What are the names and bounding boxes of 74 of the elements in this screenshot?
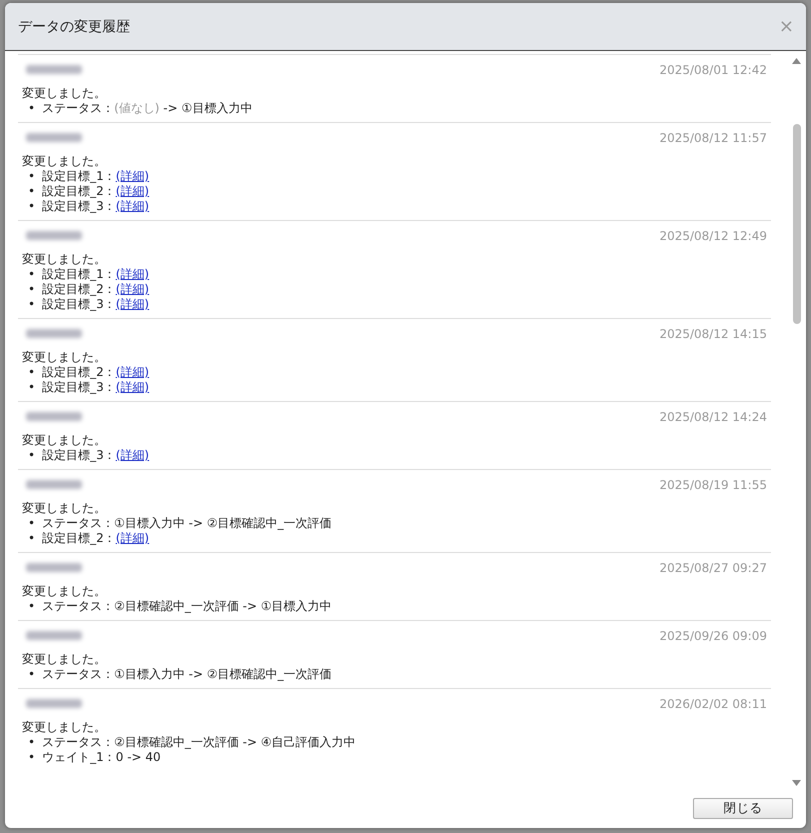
- detail-link[interactable]: (詳細): [116, 199, 150, 213]
- entry-message: 変更しました。: [22, 85, 107, 101]
- dialog-title: データの変更履歴: [18, 18, 130, 36]
- detail-link[interactable]: (詳細): [116, 365, 150, 379]
- entry-message: 変更しました。: [22, 583, 107, 599]
- entry-message: 変更しました。: [22, 432, 107, 448]
- redacted-name: [26, 133, 82, 142]
- change-label: 設定目標_1：: [42, 169, 116, 183]
- list-bullet: •: [28, 199, 36, 214]
- change-text: ステータス：②目標確認中_一次評価 -> ④自己評価入力中: [42, 735, 356, 750]
- change-label: 設定目標_3：: [42, 380, 116, 394]
- list-bullet: •: [28, 667, 36, 682]
- scroll-down-icon[interactable]: [792, 780, 801, 786]
- list-bullet: •: [28, 169, 36, 184]
- entry-message: 変更しました。: [22, 153, 107, 169]
- entry-message: 変更しました。: [22, 251, 107, 267]
- entry-message: 変更しました。: [22, 651, 107, 667]
- detail-link[interactable]: (詳細): [116, 531, 150, 545]
- list-bullet: •: [28, 735, 36, 750]
- redacted-name: [26, 480, 82, 489]
- redacted-name: [26, 231, 82, 240]
- list-bullet: •: [28, 531, 36, 546]
- entry-message: 変更しました。: [22, 719, 107, 735]
- detail-link[interactable]: (詳細): [116, 297, 150, 311]
- list-bullet: •: [28, 750, 36, 765]
- list-bullet: •: [28, 448, 36, 463]
- scroll-up-icon[interactable]: [792, 58, 801, 64]
- entry-date: 2025/08/12 14:24: [659, 410, 767, 424]
- detail-link[interactable]: (詳細): [116, 448, 150, 462]
- entry-message: 変更しました。: [22, 500, 107, 516]
- entry-date: 2025/08/19 11:55: [659, 478, 767, 492]
- change-label: 設定目標_3：: [42, 297, 116, 311]
- change-label: 設定目標_2：: [42, 531, 116, 545]
- change-text: ウェイト_1：0 -> 40: [42, 750, 161, 765]
- list-bullet: •: [28, 380, 36, 395]
- list-bullet: •: [28, 184, 36, 199]
- detail-link[interactable]: (詳細): [116, 169, 150, 183]
- detail-link[interactable]: (詳細): [116, 184, 150, 198]
- list-bullet: •: [28, 267, 36, 282]
- detail-link[interactable]: (詳細): [116, 267, 150, 281]
- change-text: ステータス：①目標入力中 -> ②目標確認中_一次評価: [42, 667, 332, 682]
- list-bullet: •: [28, 282, 36, 297]
- change-label: 設定目標_1：: [42, 267, 116, 281]
- change-text: ステータス：②目標確認中_一次評価 -> ①目標入力中: [42, 599, 332, 614]
- list-bullet: •: [28, 365, 36, 380]
- change-text: ステータス：①目標入力中 -> ②目標確認中_一次評価: [42, 516, 332, 531]
- change-label: 設定目標_3：: [42, 199, 116, 213]
- change-label: 設定目標_2：: [42, 184, 116, 198]
- redacted-name: [26, 412, 82, 421]
- change-label: 設定目標_2：: [42, 365, 116, 379]
- entry-date: 2026/02/02 08:11: [659, 696, 767, 710]
- list-bullet: •: [28, 297, 36, 312]
- detail-link[interactable]: (詳細): [116, 282, 150, 296]
- entry-date: 2025/08/12 14:15: [659, 326, 767, 340]
- entry-date: 2025/09/26 09:09: [659, 628, 767, 642]
- list-bullet: •: [28, 516, 36, 531]
- change-label: 設定目標_3：: [42, 448, 116, 462]
- close-dialog-button[interactable]: 閉じる: [693, 798, 793, 818]
- entry-message: 変更しました。: [22, 349, 107, 365]
- detail-link[interactable]: (詳細): [116, 380, 150, 394]
- entry-date: 2025/08/01 12:42: [659, 62, 767, 76]
- scrollbar-thumb[interactable]: [792, 124, 800, 324]
- redacted-name: [26, 563, 82, 572]
- change-text: ステータス：(値なし) -> ①目標入力中: [42, 101, 252, 116]
- change-label: 設定目標_2：: [42, 282, 116, 296]
- list-bullet: •: [28, 101, 36, 116]
- entry-date: 2025/08/12 11:57: [659, 130, 767, 144]
- redacted-name: [26, 329, 82, 338]
- redacted-name: [26, 699, 82, 708]
- entry-date: 2025/08/12 12:49: [659, 228, 767, 242]
- list-bullet: •: [28, 599, 36, 614]
- redacted-name: [26, 631, 82, 640]
- entry-date: 2025/08/27 09:27: [659, 560, 767, 574]
- redacted-name: [26, 65, 82, 74]
